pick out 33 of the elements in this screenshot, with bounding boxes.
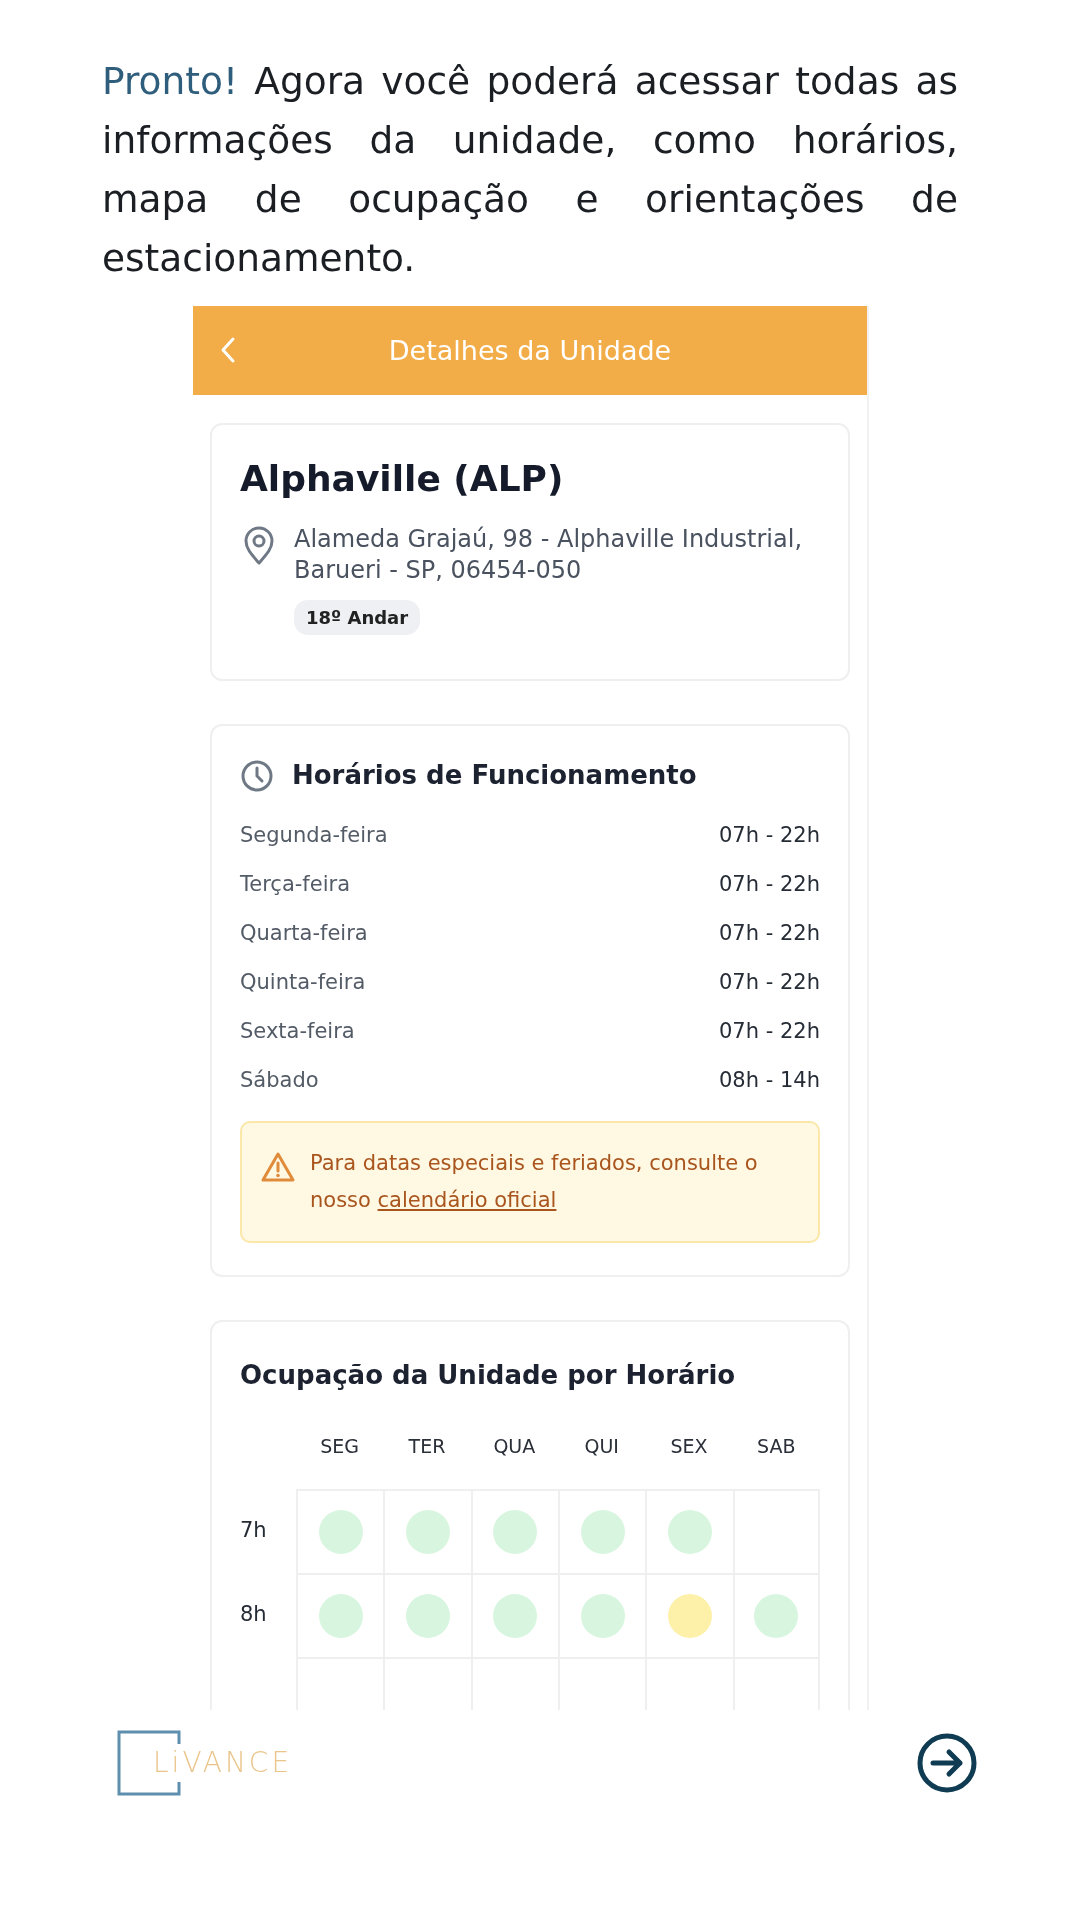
column-header: QUA [492,1434,537,1460]
day-label: Quinta-feira [240,969,366,997]
hours-value: 07h - 22h [719,822,820,850]
column-header: SEX [669,1434,709,1460]
unit-name: Alphaville (ALP) [240,457,565,501]
section-title: Ocupação da Unidade por Horário [240,1359,737,1393]
column-header: TER [407,1434,447,1460]
day-label: Quarta-feira [240,920,368,948]
section-title: Horários de Funcionamento [292,759,697,793]
notice-text: Para datas especiais e feriados, consulte o nosso calendário oficial [310,1150,759,1215]
day-label: Segunda-feira [240,822,388,850]
clock-icon [240,758,274,793]
hour-label: 8h [240,1601,268,1629]
brand-logo: LiVANCE [153,1745,293,1781]
hours-value: 08h - 14h [719,1067,820,1095]
hours-value: 07h - 22h [719,871,820,899]
day-label: Terça-feira [240,871,350,899]
screen-title: Detalhes da Unidade [388,334,672,368]
warning-icon [260,1151,296,1184]
hours-value: 07h - 22h [719,969,820,997]
column-header: SAB [756,1434,797,1460]
intro-paragraph: Pronto! Agora você poderá acessar todas as informações da unidade, como horários, mapa de ocupação e orientações de estacionamento. [102,58,958,282]
column-header: QUI [583,1434,620,1460]
calendar-link[interactable]: calendário oficial [377,1188,557,1213]
hours-value: 07h - 22h [719,1018,820,1046]
floor-tag: 18º Andar [294,600,421,636]
hour-label: 7h [240,1517,268,1545]
day-label: Sexta-feira [240,1018,355,1046]
day-label: Sábado [240,1067,319,1095]
column-header: SEG [319,1434,361,1460]
hours-value: 07h - 22h [719,920,820,948]
unit-address: Alameda Grajaú, 98 - Alphaville Industrial, Barueri - SP, 06454-050 [294,524,803,587]
location-pin-icon [242,526,276,567]
